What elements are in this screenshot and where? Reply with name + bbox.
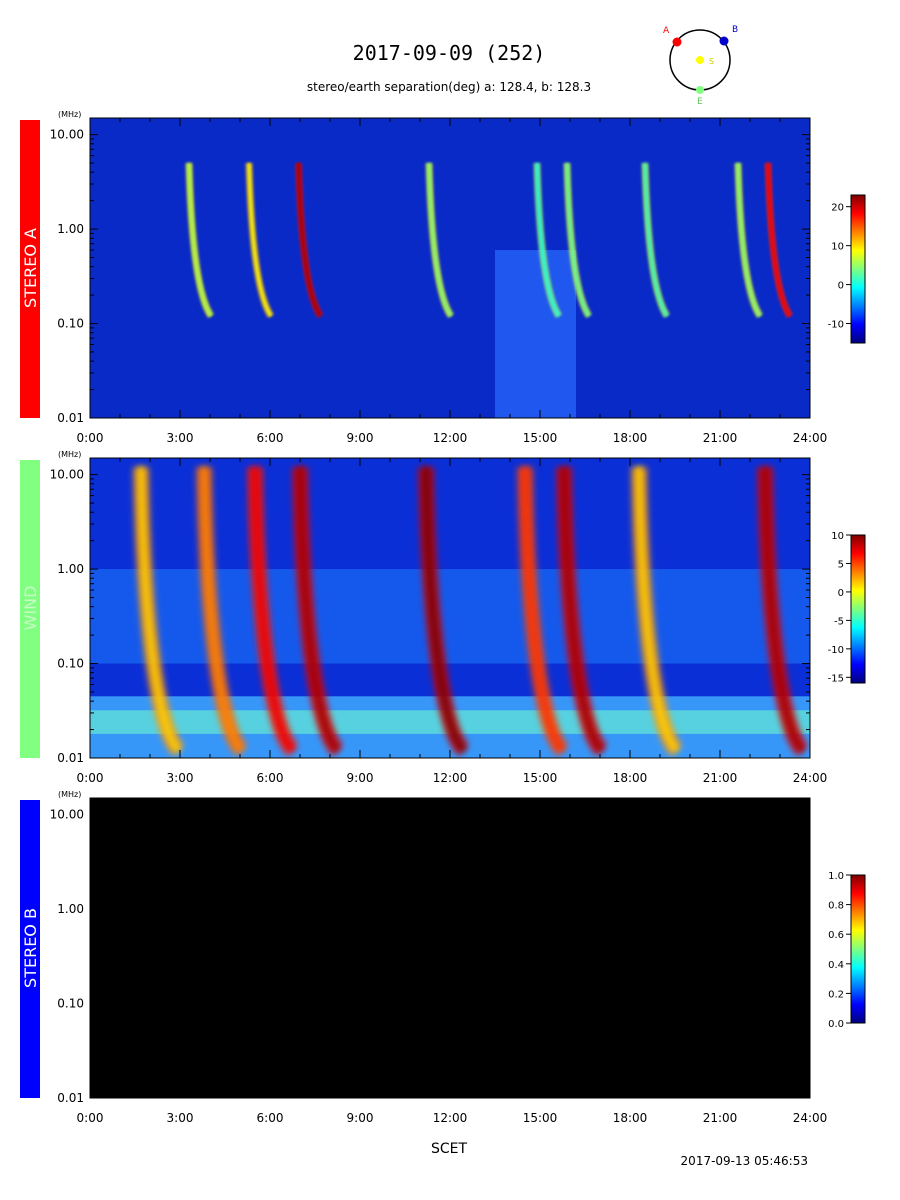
spectrogram-background (90, 798, 810, 1098)
x-tick-label: 12:00 (433, 431, 468, 445)
x-tick-label: 12:00 (433, 1111, 468, 1125)
y-axis-unit: (MHz) (58, 450, 81, 459)
x-tick-label: 6:00 (257, 431, 284, 445)
colorbar-tick-label: 0 (838, 588, 844, 599)
panel-label: WIND (21, 586, 40, 631)
orbit-label-e: E (697, 97, 703, 107)
panel-stereo-b: STEREO B (MHz) 10.00 1.00 0.10 0.01 0:00 3:00 6:… (20, 790, 866, 1125)
x-tick-label: 3:00 (167, 771, 194, 785)
figure-subtitle: stereo/earth separation(deg) a: 128.4, b… (307, 80, 591, 94)
colorbar-tick-label: 5 (838, 559, 844, 570)
panel-stereo-a: STEREO A (MHz) 10.00 1.00 0.10 0.01 0:00 3:00 6:… (20, 110, 866, 445)
orbit-marker-s (696, 56, 704, 64)
y-tick-label: 0.10 (57, 317, 84, 331)
noise-patch (495, 250, 576, 418)
x-tick-label: 18:00 (613, 771, 648, 785)
x-tick-label: 0:00 (77, 431, 104, 445)
spectrogram-figure: 2017-09-09 (252) stereo/earth separation… (20, 25, 866, 1168)
y-tick-label: 0.01 (57, 751, 84, 765)
generation-timestamp: 2017-09-13 05:46:53 (681, 1154, 808, 1168)
x-tick-label: 6:00 (257, 771, 284, 785)
y-tick-label: 10.00 (50, 808, 84, 822)
colorbar-tick-label: 0 (838, 281, 844, 292)
x-tick-label: 3:00 (167, 1111, 194, 1125)
x-axis-label: SCET (431, 1141, 468, 1157)
x-tick-label: 15:00 (523, 1111, 558, 1125)
y-tick-label: 10.00 (50, 128, 84, 142)
x-tick-label: 18:00 (613, 1111, 648, 1125)
y-tick-label: 1.00 (57, 562, 84, 576)
x-tick-label: 18:00 (613, 431, 648, 445)
x-tick-label: 3:00 (167, 431, 194, 445)
x-tick-label: 24:00 (793, 1111, 828, 1125)
colorbar-tick-label: 0.2 (828, 989, 844, 1000)
x-tick-label: 21:00 (703, 431, 738, 445)
colorbar-tick-label: 10 (831, 531, 844, 542)
orbit-label-a: A (663, 26, 670, 36)
y-axis-unit: (MHz) (58, 790, 81, 799)
orbit-marker-b (719, 36, 729, 46)
colorbar-tick-label: 20 (831, 203, 844, 214)
orbit-label-s: S (709, 57, 714, 66)
colorbar-tick-label: 0.8 (828, 901, 844, 912)
x-tick-label: 15:00 (523, 771, 558, 785)
x-tick-label: 0:00 (77, 1111, 104, 1125)
y-tick-label: 0.10 (57, 997, 84, 1011)
colorbar-tick-label: 0.0 (828, 1019, 844, 1030)
y-tick-label: 0.10 (57, 657, 84, 671)
colorbar-tick-label: -10 (828, 320, 844, 331)
x-tick-label: 15:00 (523, 431, 558, 445)
panel-wind: WIND (MHz) 10.00 1.00 0.10 0.01 0:00 3:00 6:00 9:… (20, 450, 866, 785)
colorbar-tick-label: 0.4 (828, 960, 844, 971)
colorbar-tick-label: -15 (828, 673, 844, 684)
x-tick-label: 9:00 (347, 1111, 374, 1125)
x-tick-label: 9:00 (347, 431, 374, 445)
orbit-label-b: B (732, 25, 738, 35)
y-tick-label: 0.01 (57, 411, 84, 425)
x-tick-label: 6:00 (257, 1111, 284, 1125)
colorbar-tick-label: 10 (831, 242, 844, 253)
x-tick-label: 0:00 (77, 771, 104, 785)
panel-label: STEREO A (21, 228, 40, 308)
figure-title: 2017-09-09 (252) (353, 41, 546, 65)
orbit-diagram: A B S E (663, 25, 738, 107)
y-axis-unit: (MHz) (58, 110, 81, 119)
colorbar (850, 534, 866, 684)
y-tick-label: 1.00 (57, 902, 84, 916)
x-tick-label: 24:00 (793, 771, 828, 785)
panel-label: STEREO B (21, 908, 40, 988)
orbit-marker-e (696, 86, 704, 94)
y-tick-label: 10.00 (50, 468, 84, 482)
colorbar (850, 194, 866, 344)
colorbar-tick-label: -10 (828, 645, 844, 656)
x-tick-label: 21:00 (703, 1111, 738, 1125)
x-tick-label: 21:00 (703, 771, 738, 785)
x-tick-label: 24:00 (793, 431, 828, 445)
y-tick-label: 0.01 (57, 1091, 84, 1105)
colorbar-tick-label: -5 (834, 616, 844, 627)
colorbar-tick-label: 0.6 (828, 930, 844, 941)
mid-frequency-band (90, 569, 810, 664)
y-tick-label: 1.00 (57, 222, 84, 236)
orbit-marker-a (672, 37, 682, 47)
colorbar-tick-label: 1.0 (828, 871, 844, 882)
x-tick-label: 12:00 (433, 771, 468, 785)
x-tick-label: 9:00 (347, 771, 374, 785)
colorbar (850, 874, 866, 1024)
